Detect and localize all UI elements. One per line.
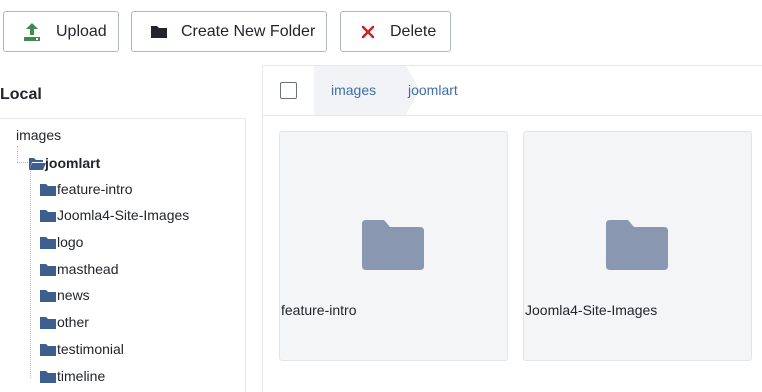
upload-label: Upload (56, 22, 107, 40)
tree-connector (17, 146, 18, 162)
tree-item-label: timeline (57, 368, 106, 384)
create-new-folder-button[interactable]: Create New Folder (131, 11, 327, 52)
delete-button[interactable]: Delete (340, 11, 451, 52)
select-all-checkbox[interactable] (280, 82, 297, 99)
tree-item-label: Joomla4-Site-Images (57, 207, 190, 223)
folder-icon (40, 263, 56, 276)
folder-open-icon (28, 157, 46, 170)
toolbar: Upload Create New Folder Delete (0, 0, 762, 64)
media-item-name: feature-intro (281, 302, 357, 318)
breadcrumb-item-images[interactable]: images (314, 66, 406, 115)
tree-connector (17, 162, 28, 163)
tree-item-label: feature-intro (57, 181, 133, 197)
folder-icon (40, 209, 56, 222)
folder-icon (40, 236, 56, 249)
media-folder-tile[interactable] (523, 131, 752, 361)
tree-item-other[interactable]: other (40, 313, 89, 331)
folder-icon (362, 220, 424, 270)
upload-button[interactable]: Upload (3, 11, 119, 52)
tree-item-timeline[interactable]: timeline (40, 367, 105, 385)
folder-icon (40, 316, 56, 329)
tree-connector (30, 171, 31, 378)
tree-item-testimonial[interactable]: testimonial (40, 340, 124, 358)
tree-item-joomla4-site-images[interactable]: Joomla4-Site-Images (40, 206, 189, 224)
tree-item-label: news (57, 287, 90, 303)
sidebar: Local images joomlart feature-intro Joom… (0, 65, 262, 392)
tree-item-label: other (57, 314, 89, 330)
tree-item-label: logo (57, 234, 84, 250)
create-new-folder-label: Create New Folder (181, 22, 316, 40)
tree-item-logo[interactable]: logo (40, 233, 83, 251)
breadcrumb-label: images (331, 82, 377, 98)
breadcrumb: images joomlart (263, 66, 762, 116)
tree-item-joomlart[interactable]: joomlart (28, 154, 100, 172)
folder-icon (606, 220, 668, 270)
tree-item-label: masthead (57, 261, 119, 277)
tree-item-label: testimonial (57, 341, 124, 357)
delete-label: Delete (390, 22, 437, 40)
folder-icon (40, 343, 56, 356)
tree-item-masthead[interactable]: masthead (40, 260, 118, 278)
folder-icon (150, 23, 168, 41)
folder-icon (40, 289, 56, 302)
folder-icon (40, 370, 56, 383)
media-browser-panel: images joomlart (262, 65, 762, 392)
breadcrumb-item-joomlart[interactable]: joomlart (408, 82, 458, 98)
sidebar-title: Local (0, 86, 42, 103)
media-items-grid (263, 117, 762, 392)
close-icon (359, 22, 377, 42)
tree-item-feature-intro[interactable]: feature-intro (40, 180, 132, 198)
upload-icon (22, 22, 42, 42)
folder-icon (40, 183, 56, 196)
media-item-name: Joomla4-Site-Images (525, 302, 658, 318)
tree-item-label: joomlart (45, 155, 101, 171)
tree-item-images[interactable]: images (16, 127, 61, 143)
tree-item-news[interactable]: news (40, 286, 90, 304)
media-folder-tile[interactable] (279, 131, 508, 361)
